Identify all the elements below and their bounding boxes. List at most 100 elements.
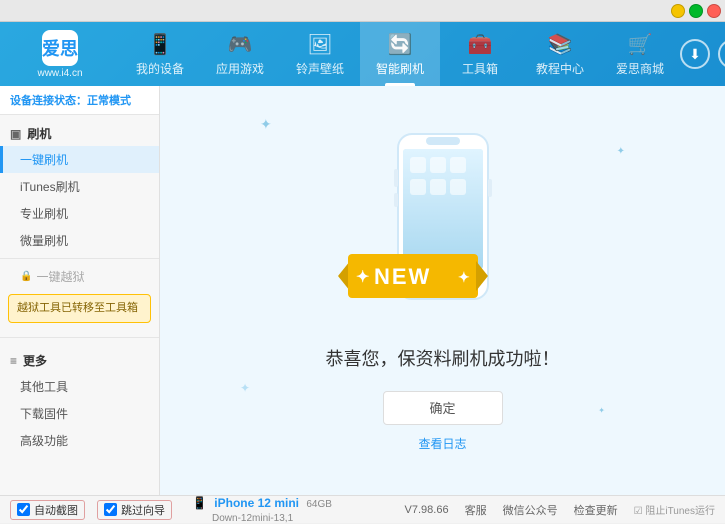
wechat-link[interactable]: 微信公众号 — [503, 502, 558, 518]
sidebar-item-micro-flash[interactable]: 微量刷机 — [0, 227, 159, 254]
my-device-icon: 📱 — [148, 32, 173, 57]
more-section: ≡ 更多 其他工具 下载固件 高级功能 — [0, 342, 159, 460]
tab-tutorials-label: 教程中心 — [536, 60, 584, 77]
sparkle-2: ✦ — [617, 146, 625, 157]
maximize-button[interactable] — [689, 4, 703, 18]
notice-text: 越狱工具已转移至工具箱 — [17, 302, 138, 314]
nav-tabs: 📱 我的设备 🎮 应用游戏 🖼 铃声壁纸 🔄 智能刷机 🧰 工具箱 📚 教程中心… — [120, 22, 680, 86]
confirm-button[interactable]: 确定 — [383, 391, 503, 425]
lock-icon: 🔒 — [20, 271, 32, 282]
flash-group-label: 刷机 — [27, 125, 51, 142]
header: 爱思 www.i4.cn 📱 我的设备 🎮 应用游戏 🖼 铃声壁纸 🔄 智能刷机… — [0, 22, 725, 86]
device-storage: 64GB — [306, 499, 332, 510]
status-bar: 设备连接状态：正常模式 — [0, 86, 159, 115]
smart-flash-icon: 🔄 — [388, 32, 413, 57]
logo-icon: 爱思 — [42, 30, 78, 66]
tutorials-icon: 📚 — [548, 32, 573, 57]
header-right: ⬇ 👤 — [680, 39, 725, 69]
sparkle-4: ✦ — [598, 406, 605, 415]
sidebar-item-download-firmware[interactable]: 下载固件 — [0, 400, 159, 427]
svg-text:✦: ✦ — [458, 269, 470, 285]
more-group-label: 更多 — [23, 352, 47, 369]
success-text: 恭喜您，保资料刷机成功啦！ — [326, 345, 560, 371]
tab-tutorials[interactable]: 📚 教程中心 — [520, 22, 600, 86]
new-ribbon: ✦ NEW ✦ — [338, 246, 488, 309]
other-tools-label: 其他工具 — [20, 378, 68, 395]
close-button[interactable] — [707, 4, 721, 18]
update-link[interactable]: 检查更新 — [574, 502, 618, 518]
micro-flash-label: 微量刷机 — [20, 232, 68, 249]
tab-my-device[interactable]: 📱 我的设备 — [120, 22, 200, 86]
stop-itunes-text[interactable]: 阻止iTunes运行 — [645, 506, 715, 517]
tab-apps-label: 应用游戏 — [216, 60, 264, 77]
auto-screenshot-label[interactable]: 自动截图 — [34, 502, 78, 518]
sidebar-divider-1 — [0, 258, 159, 259]
user-button[interactable]: 👤 — [718, 39, 725, 69]
toolbox-icon: 🧰 — [468, 32, 493, 57]
jailbreak-label: 一键越狱 — [36, 268, 84, 285]
sidebar-item-itunes-flash[interactable]: iTunes刷机 — [0, 173, 159, 200]
status-label: 设备连接状态： — [10, 95, 87, 107]
tab-toolbox[interactable]: 🧰 工具箱 — [440, 22, 520, 86]
device-info: 📱 iPhone 12 mini 64GB Down-12mini-13,1 — [192, 496, 332, 524]
sidebar-item-advanced[interactable]: 高级功能 — [0, 427, 159, 454]
logo-text: www.i4.cn — [37, 68, 82, 79]
wallpaper-icon: 🖼 — [307, 32, 332, 57]
mall-icon: 🛒 — [628, 32, 653, 57]
tab-wallpaper-label: 铃声壁纸 — [296, 60, 344, 77]
advanced-label: 高级功能 — [20, 432, 68, 449]
version-label: V7.98.66 — [405, 504, 449, 516]
sidebar-item-one-key-flash[interactable]: 一键刷机 — [0, 146, 159, 173]
one-key-flash-label: 一键刷机 — [20, 151, 68, 168]
sparkle-1: ✦ — [260, 116, 272, 133]
tab-smart-flash[interactable]: 🔄 智能刷机 — [360, 22, 440, 86]
tab-smart-flash-label: 智能刷机 — [376, 60, 424, 77]
content-area: ✦ ✦ ✦ ✦ — [160, 86, 725, 495]
logo-area: 爱思 www.i4.cn — [0, 30, 120, 79]
bottom-right: V7.98.66 客服 微信公众号 检查更新 ☑ 阻止iTunes运行 — [405, 502, 715, 518]
notice-box: 越狱工具已转移至工具箱 — [8, 294, 151, 323]
stop-itunes-label: ☑ 阻止iTunes运行 — [634, 502, 715, 517]
tab-mall[interactable]: 🛒 爱思商城 — [600, 22, 680, 86]
svg-text:NEW: NEW — [374, 264, 431, 289]
status-value: 正常模式 — [87, 95, 131, 107]
sidebar-item-jailbreak: 🔒 一键越狱 — [0, 263, 159, 290]
device-name: iPhone 12 mini — [214, 496, 299, 510]
main-area: 设备连接状态：正常模式 ▣ 刷机 一键刷机 iTunes刷机 专业刷机 微量刷机… — [0, 86, 725, 495]
more-group-title: ≡ 更多 — [0, 348, 159, 373]
skip-wizard-checkbox[interactable] — [104, 503, 117, 516]
flash-group-title: ▣ 刷机 — [0, 121, 159, 146]
minimize-button[interactable] — [671, 4, 685, 18]
bottom-content: 自动截图 跳过向导 📱 iPhone 12 mini 64GB Down-12m… — [10, 496, 715, 524]
bottom-bar: 自动截图 跳过向导 📱 iPhone 12 mini 64GB Down-12m… — [0, 495, 725, 523]
skip-wizard-label[interactable]: 跳过向导 — [121, 502, 165, 518]
tab-mall-label: 爱思商城 — [616, 60, 664, 77]
pro-flash-label: 专业刷机 — [20, 205, 68, 222]
apps-icon: 🎮 — [228, 32, 253, 57]
device-version: Down-12mini-13,1 — [212, 513, 293, 524]
support-link[interactable]: 客服 — [465, 502, 487, 518]
tab-apps[interactable]: 🎮 应用游戏 — [200, 22, 280, 86]
skip-wizard-group: 跳过向导 — [97, 500, 172, 520]
device-icon: 📱 — [192, 496, 207, 510]
download-button[interactable]: ⬇ — [680, 39, 710, 69]
auto-screenshot-group: 自动截图 — [10, 500, 85, 520]
auto-screenshot-checkbox[interactable] — [17, 503, 30, 516]
flash-section: ▣ 刷机 一键刷机 iTunes刷机 专业刷机 微量刷机 🔒 一键越狱 越狱工具… — [0, 115, 159, 333]
bottom-left: 自动截图 跳过向导 📱 iPhone 12 mini 64GB Down-12m… — [10, 496, 332, 524]
itunes-flash-label: iTunes刷机 — [20, 178, 80, 195]
tab-my-device-label: 我的设备 — [136, 60, 184, 77]
sidebar-item-pro-flash[interactable]: 专业刷机 — [0, 200, 159, 227]
sidebar-divider-2 — [0, 337, 159, 338]
more-group-icon: ≡ — [10, 354, 17, 368]
sparkle-3: ✦ — [240, 381, 250, 395]
sidebar: 设备连接状态：正常模式 ▣ 刷机 一键刷机 iTunes刷机 专业刷机 微量刷机… — [0, 86, 160, 495]
title-bar — [0, 0, 725, 22]
illustration: ✦ NEW ✦ — [343, 129, 543, 329]
tab-toolbox-label: 工具箱 — [462, 60, 498, 77]
tab-wallpaper[interactable]: 🖼 铃声壁纸 — [280, 22, 360, 86]
download-firmware-label: 下载固件 — [20, 405, 68, 422]
svg-text:✦: ✦ — [356, 269, 369, 286]
daily-link[interactable]: 查看日志 — [418, 435, 466, 452]
sidebar-item-other-tools[interactable]: 其他工具 — [0, 373, 159, 400]
